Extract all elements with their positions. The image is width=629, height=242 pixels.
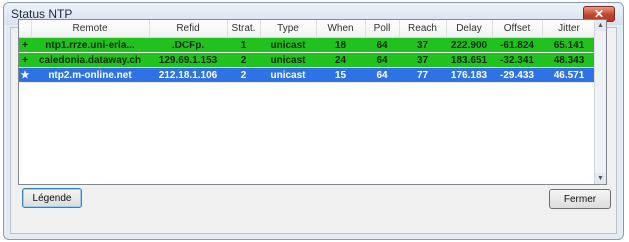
cell-when: 18 (316, 37, 365, 53)
cell-delay: 183.651 (446, 52, 492, 68)
cell-offset: -32.341 (492, 52, 542, 68)
cell-when: 24 (316, 52, 365, 68)
ntp-peers-list[interactable]: Remote Refid Strat. Type When Poll Reach… (18, 19, 607, 185)
cell-strat: 2 (227, 52, 260, 68)
cell-poll: 64 (365, 37, 399, 53)
cell-reach: 37 (399, 37, 446, 53)
ntp-peers-table: Remote Refid Strat. Type When Poll Reach… (19, 20, 597, 83)
cell-jitter: 46.571 (542, 67, 596, 83)
cell-delay: 176.183 (446, 67, 492, 83)
column-header-type[interactable]: Type (260, 20, 317, 38)
scroll-up-icon[interactable]: ▲ (595, 20, 606, 31)
cell-poll: 64 (365, 52, 399, 68)
cell-jitter: 65.141 (542, 37, 596, 53)
column-header-marker (19, 20, 32, 38)
table-row[interactable]: + caledonia.dataway.ch 129.69.1.153 2 un… (19, 52, 596, 68)
close-button[interactable]: Fermer (549, 189, 611, 209)
ntp-status-window: Status NTP ✕ Remote Refid Strat. Type Wh… (3, 2, 624, 240)
scroll-down-icon[interactable]: ▼ (595, 173, 606, 184)
row-marker: + (19, 37, 31, 53)
cell-type: unicast (260, 37, 316, 53)
cell-remote: ntp2.m-online.net (31, 67, 149, 83)
column-header-reach[interactable]: Reach (399, 20, 447, 38)
cell-type: unicast (260, 67, 316, 83)
cell-refid: .DCFp. (149, 37, 227, 53)
cell-refid: 129.69.1.153 (149, 52, 227, 68)
vertical-scrollbar[interactable]: ▲ ▼ (594, 20, 606, 184)
table-row[interactable]: + ntp1.rrze.uni-erla... .DCFp. 1 unicast… (19, 37, 596, 53)
legend-button[interactable]: Légende (22, 188, 82, 208)
cell-strat: 1 (227, 37, 260, 53)
cell-poll: 64 (365, 67, 399, 83)
cell-remote: caledonia.dataway.ch (31, 52, 149, 68)
column-header-delay[interactable]: Delay (446, 20, 493, 38)
row-marker: + (19, 52, 31, 68)
column-header-offset[interactable]: Offset (492, 20, 543, 38)
table-header-row: Remote Refid Strat. Type When Poll Reach… (19, 20, 597, 38)
cell-refid: 212.18.1.106 (149, 67, 227, 83)
cell-reach: 37 (399, 52, 446, 68)
cell-jitter: 48.343 (542, 52, 596, 68)
table-row-selected[interactable]: ★ ntp2.m-online.net 212.18.1.106 2 unica… (19, 67, 596, 83)
cell-delay: 222.900 (446, 37, 492, 53)
cell-remote: ntp1.rrze.uni-erla... (31, 37, 149, 53)
column-header-strat[interactable]: Strat. (227, 20, 261, 38)
column-header-jitter[interactable]: Jitter (542, 20, 597, 38)
cell-type: unicast (260, 52, 316, 68)
column-header-poll[interactable]: Poll (365, 20, 400, 38)
cell-strat: 2 (227, 67, 260, 83)
row-marker: ★ (19, 67, 31, 83)
column-header-remote[interactable]: Remote (31, 20, 150, 38)
column-header-when[interactable]: When (316, 20, 366, 38)
cell-reach: 77 (399, 67, 446, 83)
cell-offset: -29.433 (492, 67, 542, 83)
cell-offset: -61.824 (492, 37, 542, 53)
cell-when: 15 (316, 67, 365, 83)
column-header-refid[interactable]: Refid (149, 20, 228, 38)
